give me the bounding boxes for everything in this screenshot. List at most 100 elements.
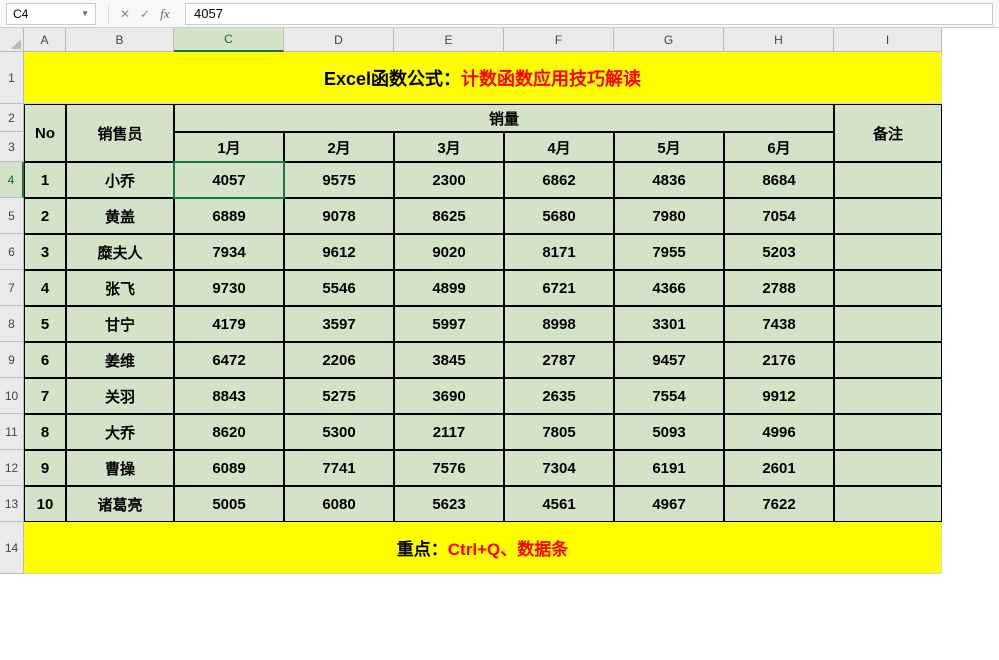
cell-C9[interactable]: 6472 xyxy=(174,342,284,378)
cell-G6[interactable]: 7955 xyxy=(614,234,724,270)
header-seller[interactable]: 销售员 xyxy=(66,104,174,162)
cell-remark-3[interactable] xyxy=(834,234,942,270)
header-sales[interactable]: 销量 xyxy=(174,104,834,132)
cell-name-6[interactable]: 姜维 xyxy=(66,342,174,378)
column-header-I[interactable]: I xyxy=(834,28,942,52)
cell-C11[interactable]: 8620 xyxy=(174,414,284,450)
cell-no-1[interactable]: 1 xyxy=(24,162,66,198)
row-header-8[interactable]: 8 xyxy=(0,306,24,342)
cell-H8[interactable]: 7438 xyxy=(724,306,834,342)
cell-D4[interactable]: 9575 xyxy=(284,162,394,198)
column-header-C[interactable]: C xyxy=(174,28,284,52)
cell-F12[interactable]: 7304 xyxy=(504,450,614,486)
cell-remark-2[interactable] xyxy=(834,198,942,234)
row-header-1[interactable]: 1 xyxy=(0,52,24,104)
cell-D5[interactable]: 9078 xyxy=(284,198,394,234)
chevron-down-icon[interactable]: ▼ xyxy=(81,9,89,18)
cell-E12[interactable]: 7576 xyxy=(394,450,504,486)
row-header-5[interactable]: 5 xyxy=(0,198,24,234)
cell-F6[interactable]: 8171 xyxy=(504,234,614,270)
cell-F8[interactable]: 8998 xyxy=(504,306,614,342)
cell-no-9[interactable]: 9 xyxy=(24,450,66,486)
cell-name-3[interactable]: 糜夫人 xyxy=(66,234,174,270)
cell-D7[interactable]: 5546 xyxy=(284,270,394,306)
cell-C13[interactable]: 5005 xyxy=(174,486,284,522)
cell-E6[interactable]: 9020 xyxy=(394,234,504,270)
cell-F11[interactable]: 7805 xyxy=(504,414,614,450)
header-remark[interactable]: 备注 xyxy=(834,104,942,162)
cell-E5[interactable]: 8625 xyxy=(394,198,504,234)
cell-no-2[interactable]: 2 xyxy=(24,198,66,234)
cell-no-10[interactable]: 10 xyxy=(24,486,66,522)
row-header-6[interactable]: 6 xyxy=(0,234,24,270)
row-header-2[interactable]: 2 xyxy=(0,104,24,132)
cell-name-10[interactable]: 诸葛亮 xyxy=(66,486,174,522)
column-header-G[interactable]: G xyxy=(614,28,724,52)
name-box[interactable]: C4 ▼ xyxy=(6,3,96,25)
cell-name-1[interactable]: 小乔 xyxy=(66,162,174,198)
cell-H11[interactable]: 4996 xyxy=(724,414,834,450)
cell-remark-9[interactable] xyxy=(834,450,942,486)
cell-name-9[interactable]: 曹操 xyxy=(66,450,174,486)
select-all-corner[interactable] xyxy=(0,28,24,52)
formula-input[interactable]: 4057 xyxy=(185,3,993,25)
cell-F9[interactable]: 2787 xyxy=(504,342,614,378)
row-header-14[interactable]: 14 xyxy=(0,522,24,574)
cell-G13[interactable]: 4967 xyxy=(614,486,724,522)
cell-G10[interactable]: 7554 xyxy=(614,378,724,414)
cell-E11[interactable]: 2117 xyxy=(394,414,504,450)
cell-no-7[interactable]: 7 xyxy=(24,378,66,414)
cell-remark-7[interactable] xyxy=(834,378,942,414)
cell-D10[interactable]: 5275 xyxy=(284,378,394,414)
cell-remark-6[interactable] xyxy=(834,342,942,378)
row-header-9[interactable]: 9 xyxy=(0,342,24,378)
confirm-icon[interactable]: ✓ xyxy=(135,4,155,24)
cell-E10[interactable]: 3690 xyxy=(394,378,504,414)
cell-H7[interactable]: 2788 xyxy=(724,270,834,306)
cell-name-8[interactable]: 大乔 xyxy=(66,414,174,450)
row-header-11[interactable]: 11 xyxy=(0,414,24,450)
cell-C12[interactable]: 6089 xyxy=(174,450,284,486)
cell-E8[interactable]: 5997 xyxy=(394,306,504,342)
cell-H13[interactable]: 7622 xyxy=(724,486,834,522)
header-no[interactable]: No xyxy=(24,104,66,162)
cell-D6[interactable]: 9612 xyxy=(284,234,394,270)
cell-no-4[interactable]: 4 xyxy=(24,270,66,306)
column-header-D[interactable]: D xyxy=(284,28,394,52)
cell-E9[interactable]: 3845 xyxy=(394,342,504,378)
cell-F13[interactable]: 4561 xyxy=(504,486,614,522)
cell-remark-8[interactable] xyxy=(834,414,942,450)
footer-cell[interactable]: 重点：Ctrl+Q、数据条 xyxy=(24,522,942,574)
cell-G8[interactable]: 3301 xyxy=(614,306,724,342)
cell-no-3[interactable]: 3 xyxy=(24,234,66,270)
header-month-5[interactable]: 5月 xyxy=(614,132,724,162)
cell-E13[interactable]: 5623 xyxy=(394,486,504,522)
row-header-7[interactable]: 7 xyxy=(0,270,24,306)
cell-D12[interactable]: 7741 xyxy=(284,450,394,486)
cell-C4[interactable]: 4057 xyxy=(174,162,284,198)
cell-E7[interactable]: 4899 xyxy=(394,270,504,306)
cell-remark-10[interactable] xyxy=(834,486,942,522)
column-header-B[interactable]: B xyxy=(66,28,174,52)
cancel-icon[interactable]: ✕ xyxy=(115,4,135,24)
cell-C6[interactable]: 7934 xyxy=(174,234,284,270)
column-header-A[interactable]: A xyxy=(24,28,66,52)
cell-C10[interactable]: 8843 xyxy=(174,378,284,414)
cell-name-2[interactable]: 黄盖 xyxy=(66,198,174,234)
cell-H10[interactable]: 9912 xyxy=(724,378,834,414)
cell-D9[interactable]: 2206 xyxy=(284,342,394,378)
cell-name-5[interactable]: 甘宁 xyxy=(66,306,174,342)
cell-name-4[interactable]: 张飞 xyxy=(66,270,174,306)
row-header-10[interactable]: 10 xyxy=(0,378,24,414)
row-header-13[interactable]: 13 xyxy=(0,486,24,522)
cell-C7[interactable]: 9730 xyxy=(174,270,284,306)
cell-D8[interactable]: 3597 xyxy=(284,306,394,342)
cell-H4[interactable]: 8684 xyxy=(724,162,834,198)
cell-F5[interactable]: 5680 xyxy=(504,198,614,234)
cell-F10[interactable]: 2635 xyxy=(504,378,614,414)
cell-G11[interactable]: 5093 xyxy=(614,414,724,450)
cell-H9[interactable]: 2176 xyxy=(724,342,834,378)
cell-G7[interactable]: 4366 xyxy=(614,270,724,306)
cell-remark-4[interactable] xyxy=(834,270,942,306)
cell-remark-1[interactable] xyxy=(834,162,942,198)
